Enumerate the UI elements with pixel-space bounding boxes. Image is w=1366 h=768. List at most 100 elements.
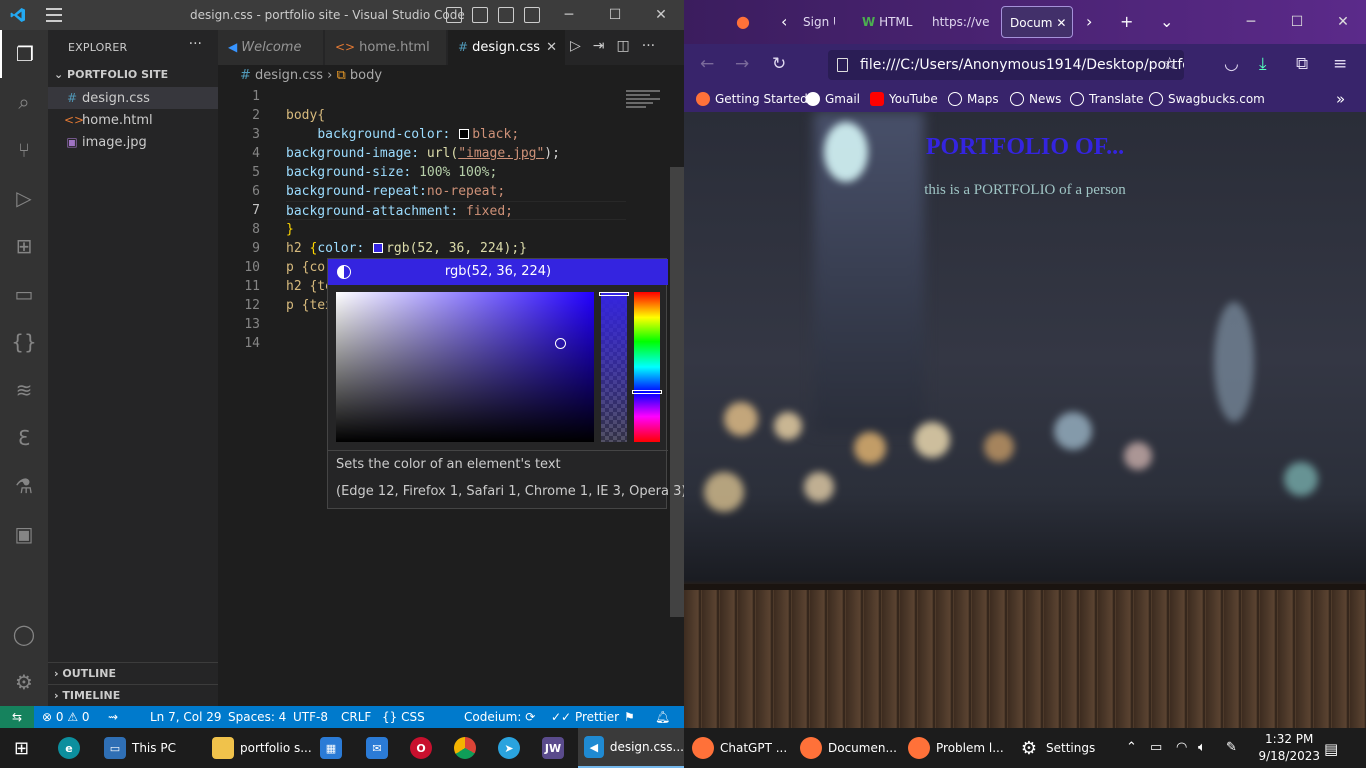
bookmark-maps[interactable]: Maps — [948, 86, 999, 112]
scrollbar-thumb[interactable] — [670, 167, 684, 617]
opacity-slider-handle[interactable] — [599, 292, 629, 296]
editor-scrollbar[interactable] — [670, 87, 684, 706]
taskbar-file-explorer[interactable]: portfolio s... — [212, 728, 312, 768]
taskbar-edge[interactable]: e — [58, 728, 86, 768]
hue-slider-handle[interactable] — [632, 390, 662, 394]
docker-icon[interactable]: ≋ — [0, 366, 48, 414]
downloads-icon[interactable]: ⤓ — [1259, 54, 1267, 74]
toggle-panel-icon[interactable] — [472, 7, 488, 23]
remote-indicator-icon[interactable]: ⇆ — [0, 706, 34, 728]
taskbar-vscode[interactable]: ◀ design.css... — [578, 728, 684, 768]
bookmark-youtube[interactable]: YouTube — [870, 86, 938, 112]
problems-indicator[interactable]: ⊗ 0 ⚠ 0 — [42, 706, 90, 728]
tab-scroll-left-icon[interactable]: ‹ — [781, 12, 787, 31]
minimap[interactable] — [626, 90, 660, 112]
saturation-box[interactable] — [336, 292, 594, 442]
address-bar[interactable]: file:///C:/Users/Anonymous1914/Desktop/p… — [828, 50, 1184, 80]
browser-tab[interactable]: W HTML — [854, 6, 914, 38]
toggle-primary-sidebar-icon[interactable] — [446, 7, 462, 23]
more-actions-icon[interactable]: ··· — [189, 36, 202, 52]
bookmark-gmail[interactable]: Gmail — [806, 86, 860, 112]
battery-icon[interactable]: ▭ — [1150, 740, 1162, 755]
bookmark-star-icon[interactable]: ☆ — [1162, 54, 1177, 74]
list-all-tabs-icon[interactable]: ⌄ — [1160, 12, 1173, 31]
back-icon[interactable]: ← — [700, 54, 714, 74]
bookmark-getting-started[interactable]: Getting Started — [696, 86, 808, 112]
settings-gear-icon[interactable]: ⚙ — [0, 658, 48, 706]
opacity-strip[interactable] — [599, 292, 629, 442]
tab-home-html[interactable]: <> home.html — [325, 30, 447, 65]
system-clock[interactable]: 1:32 PM 9/18/2023 — [1258, 731, 1320, 765]
taskbar-firefox-document[interactable]: Documen... — [800, 728, 897, 768]
bookmark-swagbucks[interactable]: Swagbucks.com — [1149, 86, 1265, 112]
taskbar-telegram[interactable]: ➤ — [498, 728, 526, 768]
accounts-icon[interactable]: ◯ — [0, 610, 48, 658]
language-mode[interactable]: {} CSS — [382, 706, 425, 728]
remote-explorer-icon[interactable]: ▭ — [0, 270, 48, 318]
wifi-icon[interactable]: ◠ — [1176, 740, 1187, 755]
minimize-button[interactable]: ─ — [1228, 0, 1274, 44]
browser-tab-active[interactable]: Docum ✕ — [1001, 6, 1073, 38]
indentation[interactable]: Spaces: 4 — [228, 706, 286, 728]
pen-icon[interactable]: ✎ — [1226, 740, 1237, 755]
browser-tab[interactable]: https://ve — [924, 6, 990, 38]
start-button[interactable]: ⊞ — [14, 728, 29, 768]
taskbar-jw[interactable]: JW — [542, 728, 570, 768]
file-image-jpg[interactable]: ▣ image.jpg — [48, 131, 218, 153]
color-value[interactable]: rgb(52, 36, 224) — [328, 264, 668, 279]
new-tab-icon[interactable]: + — [1120, 12, 1133, 31]
encoding[interactable]: UTF-8 — [293, 706, 328, 728]
feedback-icon[interactable]: ⚑ — [624, 706, 635, 728]
search-icon[interactable]: ⌕ — [0, 78, 48, 126]
file-design-css[interactable]: # design.css — [48, 87, 218, 109]
toggle-secondary-sidebar-icon[interactable] — [498, 7, 514, 23]
menu-icon[interactable] — [46, 8, 62, 22]
tab-scroll-right-icon[interactable]: › — [1086, 12, 1092, 31]
live-share-icon[interactable]: ⇝ — [108, 706, 118, 728]
app-menu-icon[interactable]: ≡ — [1333, 54, 1347, 74]
prettier-status[interactable]: ✓✓ Prettier — [551, 706, 619, 728]
maximize-button[interactable]: ☐ — [1274, 0, 1320, 44]
close-tab-icon[interactable]: ✕ — [546, 30, 557, 65]
more-bookmarks-icon[interactable]: » — [1336, 86, 1345, 112]
timeline-panel-header[interactable]: › TIMELINE — [48, 684, 218, 706]
breadcrumb-symbol[interactable]: body — [350, 68, 382, 83]
notifications-icon[interactable]: ▤ — [1324, 740, 1338, 758]
customize-layout-icon[interactable] — [524, 7, 540, 23]
extensions-icon[interactable]: ⧉ — [1296, 54, 1308, 74]
taskbar-settings[interactable]: ⚙ Settings — [1018, 728, 1095, 768]
color-swatch[interactable] — [373, 243, 384, 253]
browser-tab[interactable]: Sign U — [795, 6, 835, 38]
explorer-icon[interactable]: ❐ — [0, 30, 48, 78]
breadcrumb-file[interactable]: design.css — [255, 68, 323, 83]
pocket-icon[interactable]: ◡ — [1224, 54, 1239, 74]
codeium-status[interactable]: Codeium: ⟳ — [464, 706, 535, 728]
notifications-bell-icon[interactable]: 🔔︎ — [655, 706, 670, 728]
bookmark-translate[interactable]: Translate — [1070, 86, 1144, 112]
split-editor-icon[interactable]: ◫ — [617, 38, 630, 54]
end-of-line[interactable]: CRLF — [341, 706, 371, 728]
taskbar-store[interactable]: ▦ — [320, 728, 348, 768]
taskbar-this-pc[interactable]: ▭ This PC — [104, 728, 176, 768]
open-preview-icon[interactable]: ⇥ — [593, 38, 605, 54]
tab-welcome[interactable]: ◀ Welcome — [218, 30, 324, 65]
close-button[interactable]: ✕ — [1320, 0, 1366, 44]
folder-header[interactable]: ⌄ PORTFOLIO SITE — [54, 68, 168, 81]
minimize-button[interactable]: ─ — [546, 0, 592, 30]
file-home-html[interactable]: <>home.html — [48, 109, 218, 131]
reload-icon[interactable]: ↻ — [772, 54, 786, 74]
cursor-position[interactable]: Ln 7, Col 29 — [150, 706, 222, 728]
outline-view-icon[interactable]: Ɛ — [0, 414, 48, 462]
bookmark-news[interactable]: News — [1010, 86, 1061, 112]
forward-icon[interactable]: → — [735, 54, 749, 74]
close-button[interactable]: ✕ — [638, 0, 684, 30]
source-control-icon[interactable]: ⑂ — [0, 126, 48, 174]
test-icon[interactable]: ⚗ — [0, 462, 48, 510]
maximize-button[interactable]: ☐ — [592, 0, 638, 30]
volume-icon[interactable]: 🔈︎ — [1198, 740, 1206, 755]
json-icon[interactable]: {} — [0, 318, 48, 366]
extensions-icon[interactable]: ⊞ — [0, 222, 48, 270]
close-tab-icon[interactable]: ✕ — [1056, 16, 1066, 30]
taskbar-firefox-problem[interactable]: Problem l... — [908, 728, 1004, 768]
taskbar-mail[interactable]: ✉ — [366, 728, 394, 768]
